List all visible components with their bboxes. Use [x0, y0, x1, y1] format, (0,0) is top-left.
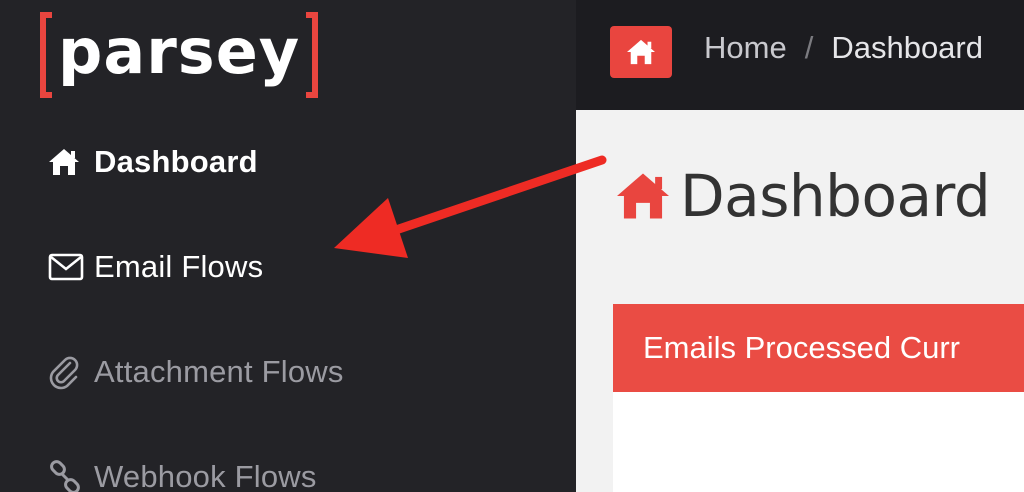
paperclip-icon [48, 352, 94, 392]
home-button[interactable] [610, 26, 672, 78]
breadcrumb: Home / Dashboard [704, 30, 983, 66]
breadcrumb-separator: / [804, 30, 814, 65]
sidebar-item-label: Email Flows [94, 249, 264, 284]
logo-text: parsey [58, 15, 301, 88]
page-title-text: Dashboard [680, 162, 991, 230]
sidebar-item-label: Webhook Flows [94, 459, 317, 492]
sidebar: parsey Dashboard Email Flows Attachment … [0, 0, 576, 492]
panel-title: Emails Processed Curr [613, 304, 1024, 392]
sidebar-item-webhook-flows[interactable]: Webhook Flows [48, 447, 317, 492]
main-content: Dashboard Emails Processed Curr [576, 110, 1024, 492]
link-icon [48, 457, 94, 492]
parsey-logo[interactable]: parsey [40, 12, 319, 98]
breadcrumb-current: Dashboard [831, 30, 983, 65]
logo-left-bracket [40, 12, 52, 98]
breadcrumb-home[interactable]: Home [704, 30, 787, 65]
top-bar: Home / Dashboard [576, 0, 1024, 110]
home-icon [617, 173, 669, 219]
logo-right-bracket [306, 12, 319, 98]
sidebar-item-label: Dashboard [94, 144, 258, 179]
emails-processed-panel: Emails Processed Curr [613, 304, 1024, 492]
sidebar-item-email-flows[interactable]: Email Flows [48, 237, 263, 297]
home-icon [48, 142, 94, 182]
home-icon [627, 39, 655, 65]
sidebar-item-attachment-flows[interactable]: Attachment Flows [48, 342, 344, 402]
sidebar-item-dashboard[interactable]: Dashboard [48, 132, 258, 192]
page-title: Dashboard [614, 162, 991, 230]
envelope-icon [48, 247, 94, 287]
sidebar-item-label: Attachment Flows [94, 354, 344, 389]
